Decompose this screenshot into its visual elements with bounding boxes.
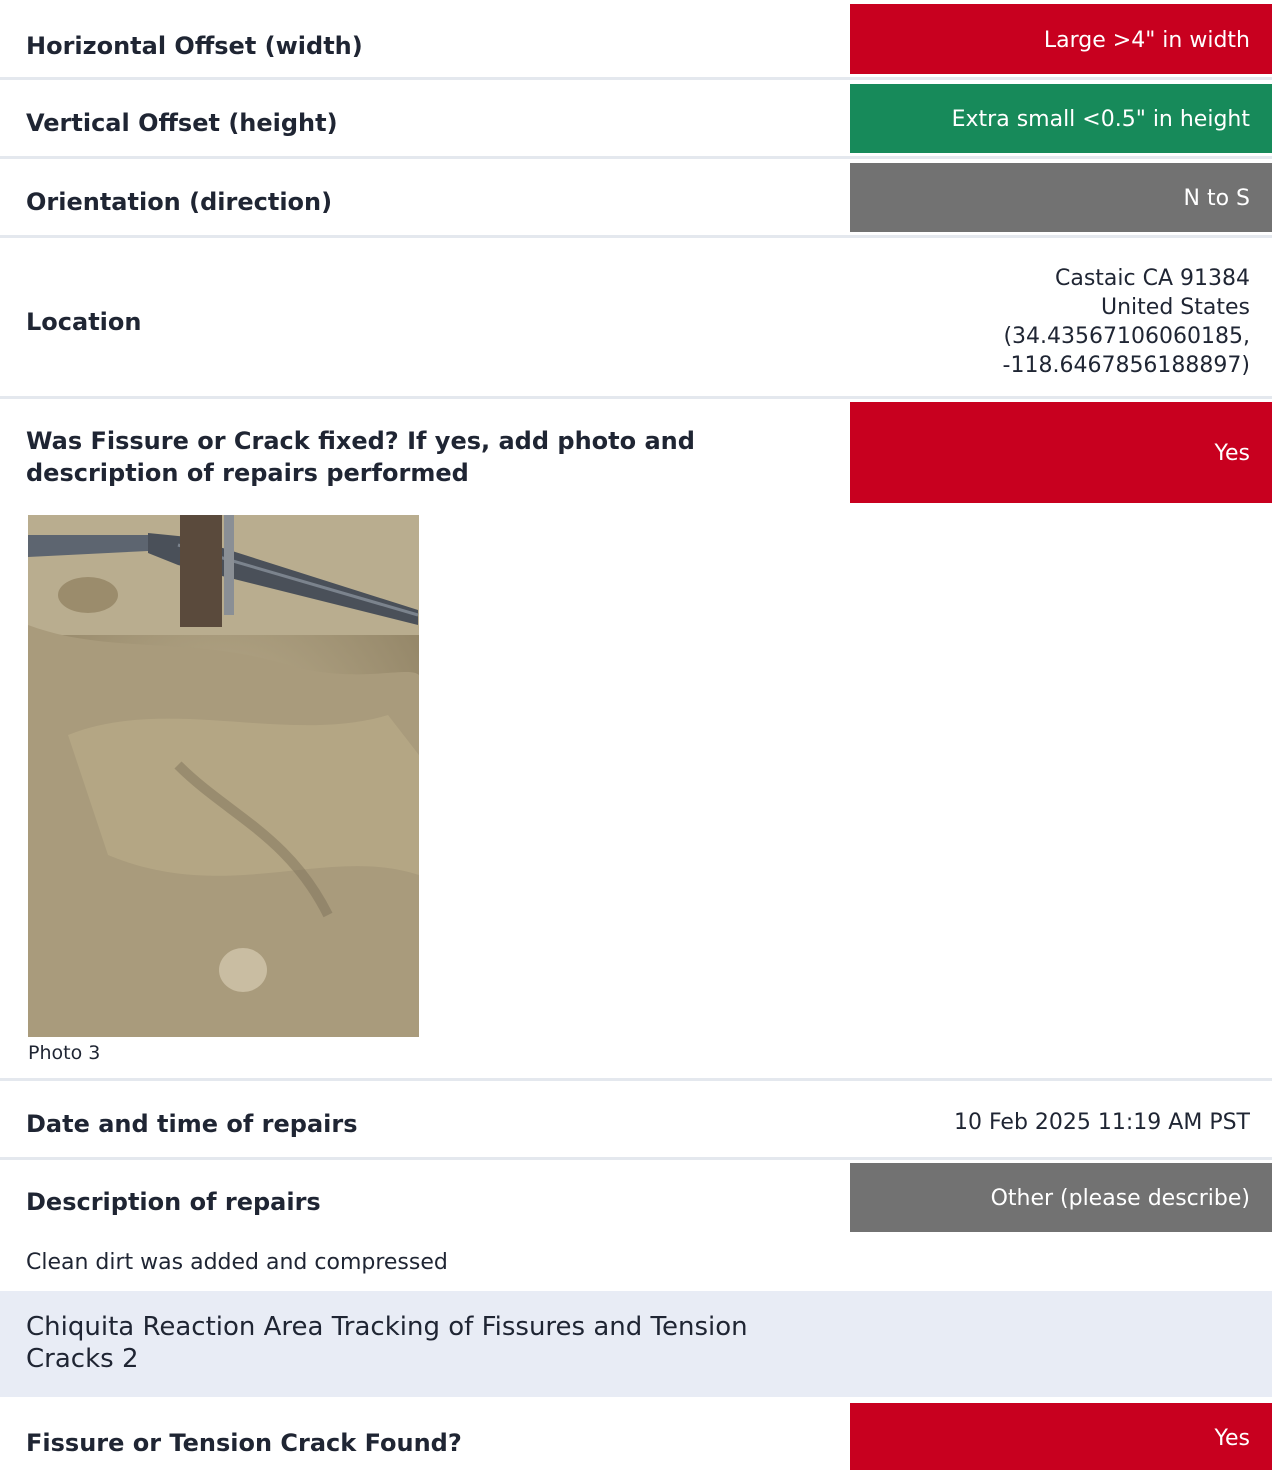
field-row-location: Location Castaic CA 91384 United States … [0,238,1272,396]
repair-description-note: Clean dirt was added and compressed [26,1250,448,1275]
fixed-question-label: Was Fissure or Crack fixed? If yes, add … [26,427,695,487]
field-row-fixed: Was Fissure or Crack fixed? If yes, add … [0,399,1272,503]
field-row-horizontal-offset: Horizontal Offset (width) Large >4" in w… [0,0,1272,78]
fixed-value-badge: Yes [850,402,1272,503]
location-line: (34.43567106060185, [1003,324,1250,349]
field-label: Vertical Offset (height) [26,109,338,137]
field-label: Horizontal Offset (width) [26,32,363,60]
location-line: United States [1101,295,1250,320]
location-line: -118.6467856188897) [1002,353,1250,378]
location-value: Castaic CA 91384 United States (34.43567… [1003,264,1250,380]
section-header: Chiquita Reaction Area Tracking of Fissu… [0,1291,1272,1397]
field-row-crack-found: Fissure or Tension Crack Found? Yes [0,1400,1272,1470]
field-row-orientation: Orientation (direction) N to S [0,159,1272,235]
field-value-badge: N to S [850,163,1272,232]
field-row-vertical-offset: Vertical Offset (height) Extra small <0.… [0,80,1272,156]
field-row-repair-date: Date and time of repairs 10 Feb 2025 11:… [0,1081,1272,1157]
photo-caption: Photo 3 [28,1042,101,1064]
field-row-repair-description: Description of repairs Other (please des… [0,1160,1272,1234]
field-label: Orientation (direction) [26,188,333,216]
location-label: Location [26,308,142,336]
section-title: Chiquita Reaction Area Tracking of Fissu… [26,1312,748,1374]
repair-description-badge: Other (please describe) [850,1163,1272,1232]
repair-photo[interactable] [28,515,419,1037]
repair-description-label: Description of repairs [26,1188,321,1216]
repair-date-value: 10 Feb 2025 11:19 AM PST [953,1110,1250,1135]
crack-found-badge: Yes [850,1403,1272,1470]
crack-found-label: Fissure or Tension Crack Found? [26,1429,462,1457]
repair-date-label: Date and time of repairs [26,1110,358,1138]
field-value-badge: Large >4" in width [850,4,1272,74]
location-line: Castaic CA 91384 [1054,266,1250,291]
field-value-badge: Extra small <0.5" in height [850,84,1272,153]
